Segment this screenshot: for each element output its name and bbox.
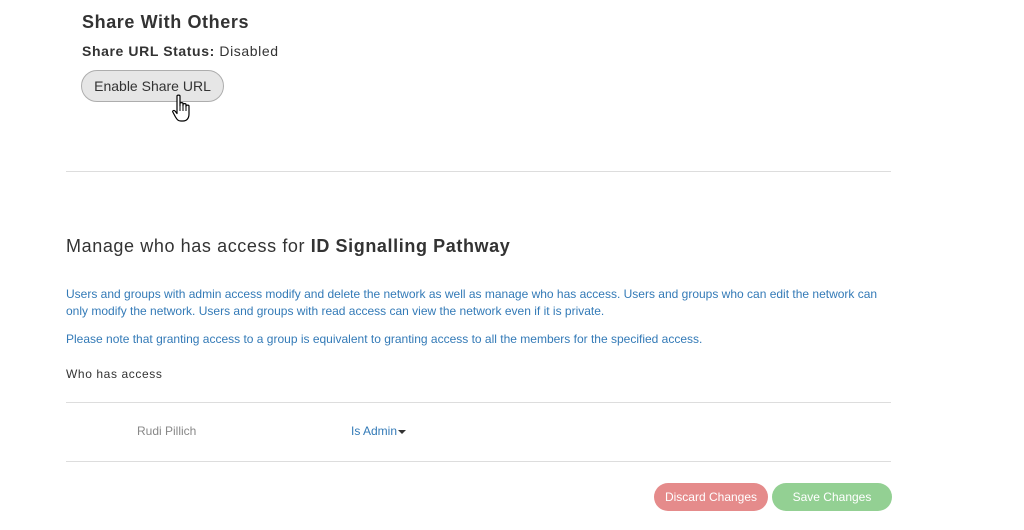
access-info-text: Users and groups with admin access modif… xyxy=(66,287,878,318)
discard-changes-button[interactable]: Discard Changes xyxy=(654,483,768,511)
share-settings-page: Share With Others Share URL Status: Disa… xyxy=(0,0,1024,530)
access-role-value: Is Admin xyxy=(351,424,398,438)
who-has-access-label: Who has access xyxy=(66,367,163,381)
share-url-status: Share URL Status: Disabled xyxy=(82,43,279,59)
access-list-top-divider xyxy=(66,402,891,403)
manage-access-title-prefix: Manage who has access for xyxy=(66,236,306,256)
network-name: ID Signalling Pathway xyxy=(310,236,511,256)
group-access-note: Please note that granting access to a gr… xyxy=(66,332,703,346)
share-section-title: Share With Others xyxy=(82,12,250,32)
share-url-status-value: Disabled xyxy=(219,43,279,59)
access-list-bottom-divider xyxy=(66,461,891,462)
hand-pointer-icon xyxy=(172,94,190,122)
save-changes-button[interactable]: Save Changes xyxy=(772,483,892,511)
access-role-dropdown[interactable]: Is Admin xyxy=(351,424,407,438)
section-divider xyxy=(66,171,891,172)
caret-down-icon xyxy=(398,429,407,434)
user-name: Rudi Pillich xyxy=(137,424,197,438)
enable-share-url-button[interactable]: Enable Share URL xyxy=(81,70,224,102)
manage-access-title: Manage who has access for ID Signalling … xyxy=(66,236,510,257)
share-url-status-label: Share URL Status: xyxy=(82,43,215,59)
